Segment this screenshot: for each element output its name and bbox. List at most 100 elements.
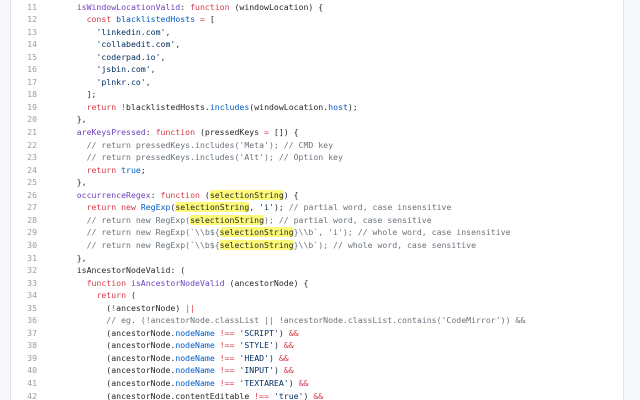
line-number[interactable]: 41: [11, 377, 37, 390]
code-panel[interactable]: 11 isWindowLocationValid: function (wind…: [10, 0, 624, 400]
code-token: (ancestorNode.: [57, 365, 176, 376]
code-token: []) {: [268, 127, 299, 137]
line-number[interactable]: 14: [11, 38, 37, 51]
code-line: 18 ];: [11, 88, 623, 101]
line-number[interactable]: 30: [11, 239, 37, 252]
line-number[interactable]: 33: [11, 277, 37, 290]
code-text: // return pressedKeys.includes('Alt'); /…: [57, 151, 623, 164]
line-number[interactable]: 36: [11, 314, 37, 327]
line-number[interactable]: 15: [11, 51, 37, 64]
code-token: ): [273, 340, 284, 351]
line-number[interactable]: 35: [11, 302, 37, 315]
code-token: true: [121, 164, 141, 175]
code-text: return new RegExp(selectionString, 'i');…: [57, 201, 623, 214]
line-number[interactable]: 42: [11, 390, 37, 400]
code-token: !==: [219, 378, 235, 388]
code-token: ): [273, 365, 284, 376]
code-text: (ancestorNode.nodeName !== 'SCRIPT') &&: [57, 327, 623, 340]
code-token: &&: [283, 365, 294, 376]
code-token: !==: [219, 365, 235, 376]
line-number[interactable]: 13: [11, 26, 37, 39]
code-text: },: [57, 176, 623, 189]
line-number[interactable]: 37: [11, 327, 37, 340]
code-token: :: [180, 1, 191, 12]
code-text: 'coderpad.io',: [57, 51, 623, 64]
code-line: 23 // return pressedKeys.includes('Alt')…: [11, 151, 623, 164]
code-token: const: [86, 14, 112, 25]
code-line: 14 'collabedit.com',: [11, 38, 623, 51]
code-line: 17 'plnkr.co',: [11, 76, 623, 89]
code-token: nodeName: [175, 327, 215, 338]
line-number[interactable]: 40: [11, 364, 37, 377]
code-text: return true;: [57, 164, 623, 177]
line-number[interactable]: 27: [11, 201, 37, 214]
line-number[interactable]: 16: [11, 63, 37, 76]
line-number[interactable]: 22: [11, 139, 37, 152]
code-token: ) {: [283, 189, 299, 200]
code-text: function isAncestorNodeValid (ancestorNo…: [57, 277, 623, 290]
line-number[interactable]: 38: [11, 339, 37, 352]
code-token: RegExp: [140, 202, 171, 213]
code-token: ,: [175, 39, 181, 50]
line-number[interactable]: 17: [11, 76, 37, 89]
line-number[interactable]: 25: [11, 176, 37, 189]
code-token: areKeysPressed: [76, 127, 146, 137]
line-number[interactable]: 28: [11, 214, 37, 227]
code-text: (ancestorNode.nodeName !== 'INPUT') &&: [57, 364, 623, 377]
code-token: // eg. (!ancestorNode.classList || !ance…: [106, 315, 526, 326]
line-number[interactable]: 11: [11, 1, 37, 14]
code-text: 'linkedin.com',: [57, 26, 623, 39]
code-token: ); // partial word, case sensitive: [264, 214, 432, 225]
code-text: // return new RegExp(`\\b${selectionStri…: [57, 239, 623, 252]
code-token: &&: [283, 340, 294, 351]
code-token: nodeName: [175, 352, 215, 363]
line-number[interactable]: 23: [11, 151, 37, 164]
line-number[interactable]: 39: [11, 352, 37, 365]
code-token: return: [86, 101, 117, 112]
code-line: 28 // return new RegExp(selectionString)…: [11, 214, 623, 227]
code-token: includes: [209, 101, 250, 112]
line-number[interactable]: 18: [11, 88, 37, 101]
code-text: },: [57, 113, 623, 126]
line-number[interactable]: 12: [11, 13, 37, 26]
code-token: ancestorNode): [116, 302, 186, 313]
code-text: isWindowLocationValid: function (windowL…: [57, 1, 623, 14]
code-text: (ancestorNode.nodeName !== 'HEAD') &&: [57, 352, 623, 365]
code-line: 16 'jsbin.com',: [11, 63, 623, 76]
code-token: ): [278, 327, 289, 338]
code-token: },: [57, 114, 87, 125]
code-text: // return new RegExp(selectionString); /…: [57, 214, 623, 227]
code-text: 'collabedit.com',: [57, 38, 623, 51]
code-text: return (: [57, 289, 623, 302]
code-token: return: [86, 202, 117, 213]
code-token: &&: [278, 352, 289, 363]
code-token: ;: [140, 164, 146, 175]
code-token: nodeName: [175, 378, 215, 388]
code-token: 'INPUT': [239, 365, 274, 376]
line-number[interactable]: 26: [11, 189, 37, 202]
code-token: (ancestorNode.: [57, 378, 176, 388]
line-number[interactable]: 20: [11, 113, 37, 126]
code-token: ,: [165, 26, 171, 37]
line-number[interactable]: 19: [11, 101, 37, 114]
code-token: blacklistedHosts: [116, 14, 196, 25]
line-number[interactable]: 24: [11, 164, 37, 177]
line-number[interactable]: 32: [11, 264, 37, 277]
search-match-highlight: selectionString: [190, 214, 265, 225]
line-number[interactable]: 21: [11, 126, 37, 139]
line-number[interactable]: 34: [11, 289, 37, 302]
line-number[interactable]: 31: [11, 252, 37, 265]
code-text: return !blacklistedHosts.includes(window…: [57, 101, 623, 114]
code-line: 39 (ancestorNode.nodeName !== 'HEAD') &&: [11, 352, 623, 365]
line-number[interactable]: 29: [11, 226, 37, 239]
code-token: },: [57, 252, 87, 263]
code-token: 'i': [259, 202, 274, 213]
code-line: 35 (!ancestorNode) ||: [11, 302, 623, 315]
search-match-highlight: selectionString: [175, 202, 250, 213]
code-viewer-page: 11 isWindowLocationValid: function (wind…: [0, 0, 640, 400]
